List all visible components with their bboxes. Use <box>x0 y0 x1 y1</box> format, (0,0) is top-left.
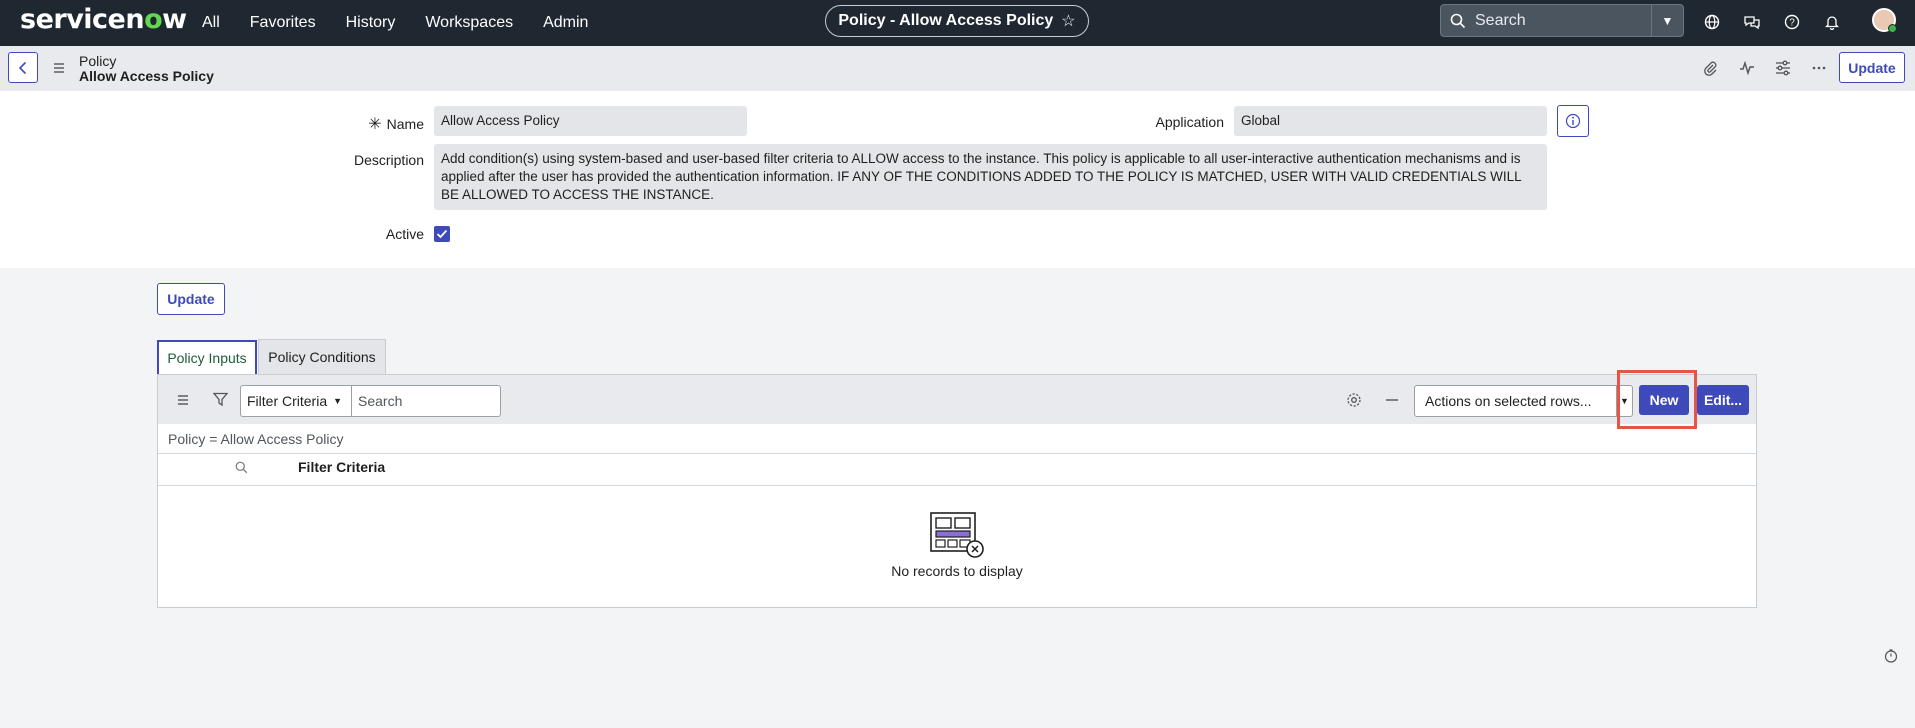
nav-history[interactable]: History <box>346 14 396 32</box>
application-label: Application <box>1155 114 1225 130</box>
collapse-list-icon[interactable] <box>1384 392 1400 413</box>
nav-workspaces[interactable]: Workspaces <box>425 14 513 32</box>
divider <box>158 485 1756 486</box>
search-icon <box>1441 13 1475 29</box>
policy-inputs-list: Filter Criteria ▼ Search Actions on sele… <box>157 370 1757 608</box>
list-context-menu-icon[interactable] <box>176 393 190 411</box>
chevron-left-icon <box>18 61 27 74</box>
new-button[interactable]: New <box>1639 385 1689 415</box>
description-label: Description <box>353 152 424 168</box>
actions-select-value: Actions on selected rows... <box>1425 393 1592 409</box>
header-update-button[interactable]: Update <box>1839 52 1905 83</box>
global-search[interactable]: Search ▼ <box>1440 4 1684 37</box>
record-title: Policy - Allow Access Policy <box>838 12 1054 29</box>
nav-admin[interactable]: Admin <box>543 14 588 32</box>
application-info-button[interactable] <box>1557 105 1589 137</box>
nav-all[interactable]: All <box>202 14 220 32</box>
filter-funnel-icon[interactable] <box>212 392 229 412</box>
presence-status-icon <box>1888 24 1897 33</box>
notifications-bell-icon[interactable] <box>1821 11 1843 33</box>
active-label: Active <box>385 226 424 242</box>
list-breadcrumb[interactable]: Policy = Allow Access Policy <box>168 431 343 447</box>
filter-field-select[interactable]: Filter Criteria ▼ <box>240 385 352 417</box>
top-navigation-bar: servicenow All Favorites History Workspa… <box>0 0 1915 46</box>
active-checkbox[interactable] <box>434 226 450 242</box>
description-field[interactable]: Add condition(s) using system-based and … <box>434 144 1547 210</box>
back-button[interactable] <box>8 52 38 83</box>
name-field[interactable]: Allow Access Policy <box>434 106 747 136</box>
no-records-icon <box>930 512 986 565</box>
required-asterisk-icon: ✳ <box>368 116 382 133</box>
column-search-icon[interactable] <box>235 461 248 479</box>
tab-policy-inputs-label: Policy Inputs <box>167 350 247 366</box>
caret-down-icon: ▼ <box>333 396 343 406</box>
search-scope-dropdown-icon[interactable]: ▼ <box>1651 5 1683 36</box>
main-menu: All Favorites History Workspaces Admin <box>202 0 618 46</box>
divider <box>158 453 1756 454</box>
svg-text:?: ? <box>1789 18 1795 29</box>
servicenow-logo[interactable]: servicenow <box>20 4 187 35</box>
application-field: Global <box>1234 106 1547 136</box>
response-time-clock-icon[interactable] <box>1884 649 1898 668</box>
record-title-pill[interactable]: Policy - Allow Access Policy ☆ <box>825 5 1089 37</box>
favorite-star-icon[interactable]: ☆ <box>1061 11 1075 31</box>
empty-state-text: No records to display <box>891 563 1023 579</box>
attachment-paperclip-icon[interactable] <box>1700 58 1720 78</box>
list-search-input[interactable]: Search <box>351 385 501 417</box>
column-header-filter-criteria[interactable]: Filter Criteria <box>298 459 385 475</box>
tab-policy-conditions[interactable]: Policy Conditions <box>258 339 386 374</box>
checkmark-icon <box>436 229 448 239</box>
chat-icon[interactable] <box>1741 11 1763 33</box>
tab-policy-conditions-label: Policy Conditions <box>268 349 376 365</box>
update-button[interactable]: Update <box>157 283 225 315</box>
edit-button[interactable]: Edit... <box>1697 385 1749 415</box>
form-record-name: Allow Access Policy <box>79 68 214 84</box>
personalize-sliders-icon[interactable] <box>1773 58 1793 78</box>
globe-icon[interactable] <box>1701 11 1723 33</box>
help-icon[interactable]: ? <box>1781 11 1803 33</box>
list-settings-gear-icon[interactable] <box>1346 392 1362 413</box>
global-search-input[interactable]: Search <box>1475 12 1651 30</box>
nav-favorites[interactable]: Favorites <box>250 14 316 32</box>
info-icon <box>1565 113 1581 129</box>
activity-pulse-icon[interactable] <box>1737 58 1757 78</box>
name-label: ✳ Name <box>368 116 424 133</box>
form-context-menu-icon[interactable] <box>52 61 66 79</box>
form-header: Policy Allow Access Policy Update <box>0 46 1915 91</box>
form-table-name: Policy <box>79 53 117 69</box>
user-avatar[interactable] <box>1872 8 1897 33</box>
filter-field-select-value: Filter Criteria <box>247 393 328 409</box>
list-toolbar: Filter Criteria ▼ Search Actions on sele… <box>158 370 1756 429</box>
actions-on-selected-rows-select[interactable]: Actions on selected rows... ▼ <box>1414 385 1633 417</box>
tab-policy-inputs[interactable]: Policy Inputs <box>157 340 257 374</box>
more-options-icon[interactable] <box>1809 58 1829 78</box>
